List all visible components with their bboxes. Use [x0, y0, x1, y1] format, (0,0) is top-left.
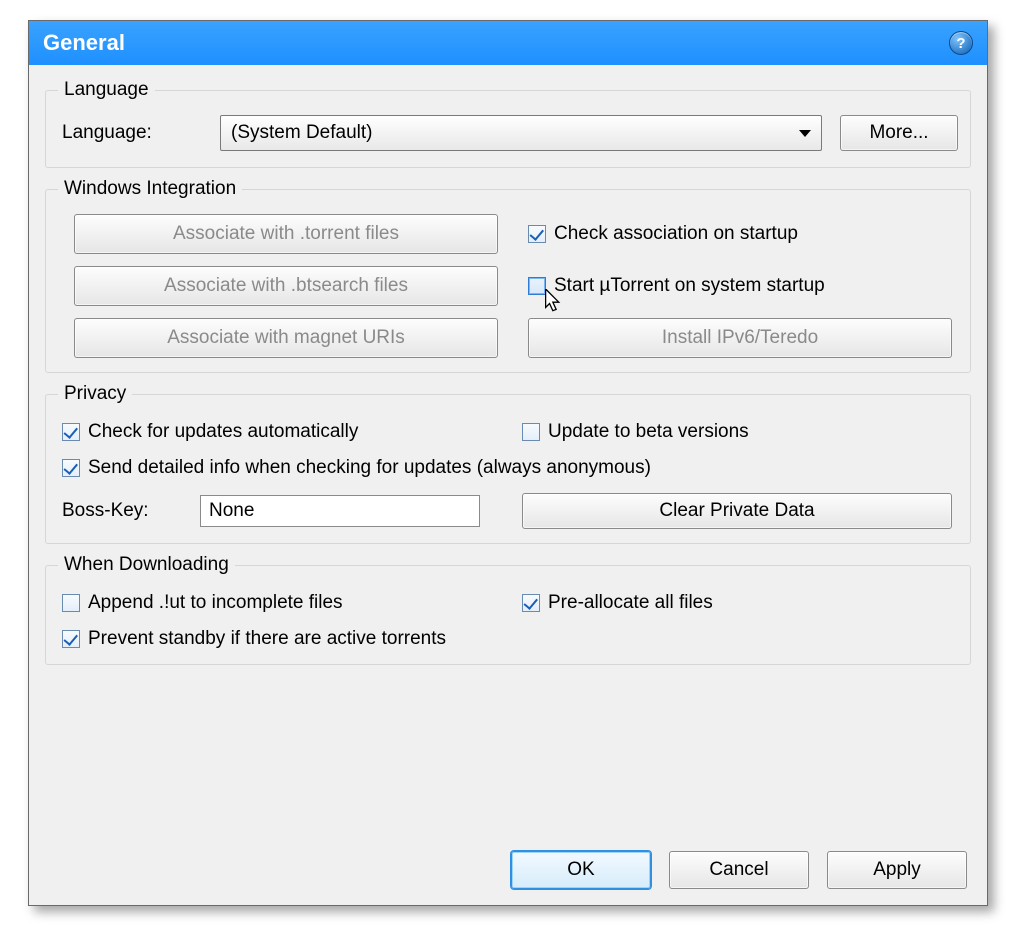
prevent-standby-checkbox[interactable]: Prevent standby if there are active torr… — [62, 628, 952, 650]
language-legend: Language — [58, 79, 155, 101]
titlebar: General ? — [29, 21, 987, 65]
checkbox-icon — [522, 594, 540, 612]
help-icon[interactable]: ? — [949, 31, 973, 55]
associate-magnet-button[interactable]: Associate with magnet URIs — [74, 318, 498, 358]
send-detailed-checkbox[interactable]: Send detailed info when checking for upd… — [62, 457, 952, 479]
associate-torrent-button[interactable]: Associate with .torrent files — [74, 214, 498, 254]
language-more-button[interactable]: More... — [840, 115, 958, 151]
bosskey-input[interactable]: None — [200, 495, 480, 527]
title-text: General — [43, 30, 125, 56]
language-group: Language Language: (System Default) More… — [45, 79, 971, 168]
language-select-value: (System Default) — [231, 122, 372, 144]
check-updates-checkbox[interactable]: Check for updates automatically — [62, 421, 492, 443]
associate-btsearch-button[interactable]: Associate with .btsearch files — [74, 266, 498, 306]
install-ipv6-button[interactable]: Install IPv6/Teredo — [528, 318, 952, 358]
privacy-legend: Privacy — [58, 383, 132, 405]
start-on-boot-checkbox[interactable]: Start µTorrent on system startup — [528, 275, 952, 297]
privacy-group: Privacy Check for updates automatically … — [45, 383, 971, 544]
checkbox-icon — [522, 423, 540, 441]
append-ut-checkbox[interactable]: Append .!ut to incomplete files — [62, 592, 492, 614]
apply-button[interactable]: Apply — [827, 851, 967, 889]
bosskey-label: Boss-Key: — [62, 500, 186, 522]
ok-button[interactable]: OK — [511, 851, 651, 889]
language-label: Language: — [62, 122, 202, 144]
windows-integration-legend: Windows Integration — [58, 178, 242, 200]
check-association-checkbox[interactable]: Check association on startup — [528, 223, 952, 245]
checkbox-icon — [528, 225, 546, 243]
preallocate-checkbox[interactable]: Pre-allocate all files — [522, 592, 952, 614]
when-downloading-group: When Downloading Append .!ut to incomple… — [45, 554, 971, 665]
checkbox-icon — [62, 630, 80, 648]
checkbox-icon — [62, 459, 80, 477]
update-beta-checkbox[interactable]: Update to beta versions — [522, 421, 952, 443]
preferences-panel: General ? Language Language: (System Def… — [28, 20, 988, 906]
windows-integration-group: Windows Integration Associate with .torr… — [45, 178, 971, 373]
clear-private-data-button[interactable]: Clear Private Data — [522, 493, 952, 529]
when-downloading-legend: When Downloading — [58, 554, 235, 576]
checkbox-icon — [62, 594, 80, 612]
cancel-button[interactable]: Cancel — [669, 851, 809, 889]
checkbox-icon — [62, 423, 80, 441]
checkbox-icon — [528, 277, 546, 295]
chevron-down-icon — [799, 130, 811, 137]
language-select[interactable]: (System Default) — [220, 115, 822, 151]
dialog-footer: OK Cancel Apply — [511, 851, 967, 889]
